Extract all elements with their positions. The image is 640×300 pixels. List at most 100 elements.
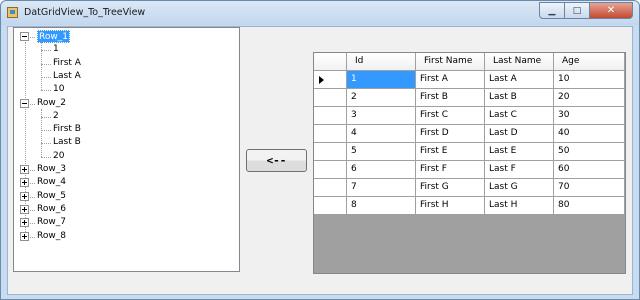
close-button[interactable]: ✕: [589, 2, 633, 19]
grid-cell-age[interactable]: 60: [554, 161, 625, 179]
data-grid-view[interactable]: Id First Name Last Name Age 1 First A Last A 10…: [313, 52, 626, 274]
tree-child-node[interactable]: 2: [53, 110, 59, 123]
table-row[interactable]: 5 First E Last E 50: [314, 143, 625, 161]
tree-connector: [30, 103, 35, 105]
tree-connector: [30, 223, 35, 225]
row-header[interactable]: [314, 107, 347, 125]
expand-icon[interactable]: [20, 178, 29, 188]
close-icon: ✕: [606, 5, 616, 16]
column-header-age[interactable]: Age: [554, 53, 625, 71]
grid-cell-id[interactable]: 6: [347, 161, 416, 179]
row-header[interactable]: [314, 143, 347, 161]
row-header[interactable]: [314, 197, 347, 215]
tree-child-node[interactable]: 1: [53, 43, 59, 56]
table-row[interactable]: 4 First D Last D 40: [314, 125, 625, 143]
row-header[interactable]: [314, 161, 347, 179]
tree-child-node[interactable]: 20: [53, 150, 64, 163]
table-row[interactable]: 3 First C Last C 30: [314, 107, 625, 125]
grid-cell-age[interactable]: 50: [554, 143, 625, 161]
table-row[interactable]: 7 First G Last G 70: [314, 179, 625, 197]
tree-node-row-8[interactable]: Row_8: [37, 230, 66, 243]
tree-child-node[interactable]: First A: [53, 57, 81, 70]
grid-cell-first-name[interactable]: First E: [416, 143, 485, 161]
grid-cell-id[interactable]: 5: [347, 143, 416, 161]
title-bar[interactable]: DatGridView_To_TreeView ▁ □ ✕: [1, 1, 639, 25]
tree-connector: [41, 63, 51, 65]
grid-cell-last-name[interactable]: Last F: [485, 161, 554, 179]
minimize-icon: ▁: [548, 5, 556, 16]
table-row[interactable]: 8 First H Last H 80: [314, 197, 625, 215]
tree-connector: [41, 143, 51, 145]
tree-child-node[interactable]: 10: [53, 83, 64, 96]
tree-child-node[interactable]: First B: [53, 123, 81, 136]
expand-icon[interactable]: [20, 204, 29, 214]
table-row[interactable]: 2 First B Last B 20: [314, 89, 625, 107]
grid-cell-first-name[interactable]: First B: [416, 89, 485, 107]
grid-header-row: Id First Name Last Name Age: [314, 53, 625, 71]
grid-cell-id[interactable]: 8: [347, 197, 416, 215]
tree-connector: [41, 90, 51, 92]
grid-cell-last-name[interactable]: Last D: [485, 125, 554, 143]
grid-cell-first-name[interactable]: First F: [416, 161, 485, 179]
grid-cell-id[interactable]: 7: [347, 179, 416, 197]
row-header[interactable]: [314, 179, 347, 197]
grid-cell-last-name[interactable]: Last H: [485, 197, 554, 215]
collapse-icon[interactable]: [20, 98, 29, 108]
tree-connector: [41, 42, 42, 91]
grid-cell-first-name[interactable]: First C: [416, 107, 485, 125]
table-row[interactable]: 6 First F Last F 60: [314, 161, 625, 179]
tree-node-row-5[interactable]: Row_5: [37, 190, 66, 203]
grid-cell-age[interactable]: 10: [554, 71, 625, 89]
grid-cell-first-name[interactable]: First H: [416, 197, 485, 215]
tree-child-node[interactable]: Last A: [53, 70, 81, 83]
grid-cell-last-name[interactable]: Last G: [485, 179, 554, 197]
table-row[interactable]: 1 First A Last A 10: [314, 71, 625, 89]
expand-icon[interactable]: [20, 165, 29, 174]
tree-node-row-6[interactable]: Row_6: [37, 203, 66, 216]
column-header-last-name[interactable]: Last Name: [485, 53, 554, 71]
column-header-id[interactable]: Id: [347, 53, 416, 71]
expand-icon[interactable]: [20, 191, 29, 201]
expand-icon[interactable]: [20, 218, 29, 228]
grid-cell-last-name[interactable]: Last B: [485, 89, 554, 107]
window-title: DatGridView_To_TreeView: [24, 7, 146, 18]
grid-cell-age[interactable]: 80: [554, 197, 625, 215]
tree-connector: [30, 170, 35, 171]
current-row-arrow-icon: [319, 76, 324, 84]
grid-cell-id[interactable]: 2: [347, 89, 416, 107]
tree-node-row-7[interactable]: Row_7: [37, 216, 66, 229]
grid-cell-last-name[interactable]: Last E: [485, 143, 554, 161]
row-header[interactable]: [314, 89, 347, 107]
window-controls: ▁ □ ✕: [539, 2, 633, 19]
grid-cell-id[interactable]: 1: [347, 71, 416, 89]
tree-connector: [41, 156, 51, 158]
grid-cell-age[interactable]: 70: [554, 179, 625, 197]
grid-cell-first-name[interactable]: First G: [416, 179, 485, 197]
minimize-button[interactable]: ▁: [539, 2, 565, 19]
grid-cell-age[interactable]: 40: [554, 125, 625, 143]
column-header-first-name[interactable]: First Name: [416, 53, 485, 71]
app-icon[interactable]: [7, 7, 18, 18]
grid-cell-id[interactable]: 3: [347, 107, 416, 125]
row-header[interactable]: [314, 125, 347, 143]
grid-cell-first-name[interactable]: First D: [416, 125, 485, 143]
collapse-icon[interactable]: [20, 32, 29, 41]
move-to-tree-button[interactable]: <--: [246, 149, 307, 172]
grid-cell-first-name[interactable]: First A: [416, 71, 485, 89]
tree-connector: [30, 209, 35, 211]
tree-view[interactable]: Row_1 1 First A Last A 10 Row_2 2 First B Last B…: [13, 27, 240, 272]
grid-cell-age[interactable]: 20: [554, 89, 625, 107]
maximize-button[interactable]: □: [564, 2, 590, 19]
row-header[interactable]: [314, 71, 347, 89]
grid-corner-header[interactable]: [314, 53, 347, 71]
tree-child-node[interactable]: Last B: [53, 136, 81, 149]
grid-cell-id[interactable]: 4: [347, 125, 416, 143]
grid-cell-last-name[interactable]: Last A: [485, 71, 554, 89]
grid-cell-age[interactable]: 30: [554, 107, 625, 125]
expand-icon[interactable]: [20, 231, 29, 241]
tree-node-row-3[interactable]: Row_3: [37, 163, 66, 176]
tree-connector: [41, 130, 51, 132]
tree-connector: [30, 196, 35, 198]
grid-cell-last-name[interactable]: Last C: [485, 107, 554, 125]
tree-node-row-4[interactable]: Row_4: [37, 176, 66, 189]
